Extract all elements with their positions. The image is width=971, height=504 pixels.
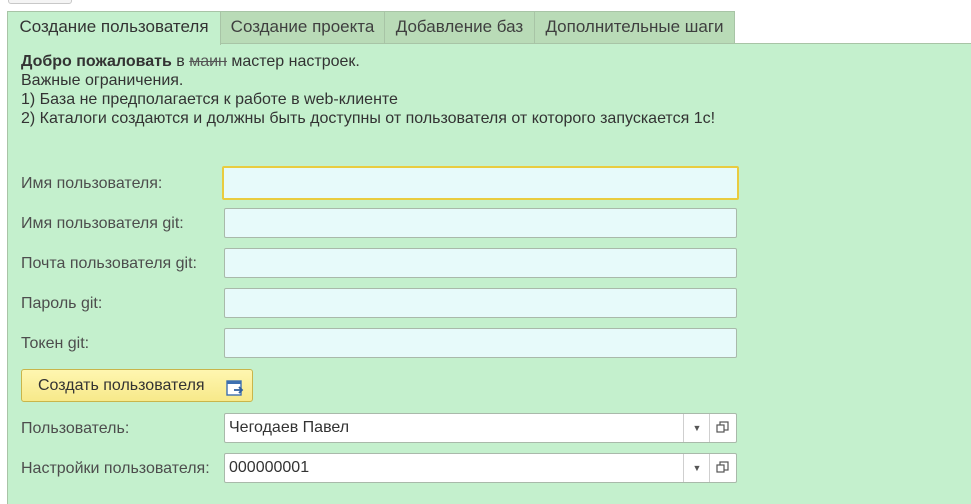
git-username-label: Имя пользователя git: [21,215,184,232]
git-token-field[interactable] [224,328,737,358]
chevron-down-icon[interactable]: ▼ [683,454,710,482]
git-password-field[interactable] [224,288,737,318]
intro-welcome-strike: маин [189,53,227,70]
user-settings-label: Настройки пользователя: [21,460,210,477]
open-in-window-icon[interactable] [709,414,736,442]
top-stub [8,0,72,4]
user-settings-select[interactable]: 000000001 ▼ [224,453,737,483]
intro-welcome-bold: Добро пожаловать [21,53,172,70]
user-settings-select-value: 000000001 [229,459,310,476]
intro-welcome-in: в [171,53,190,70]
intro-line-3: 1) База не предполагается к работе в web… [21,91,398,108]
git-password-label: Пароль git: [21,295,103,312]
git-username-field[interactable] [224,208,737,238]
git-token-label: Токен git: [21,335,90,352]
git-email-field[interactable] [224,248,737,278]
intro-welcome-line: Добро пожаловать в маин мастер настроек. [21,52,715,71]
intro-text: Добро пожаловать в маин мастер настроек.… [21,52,715,128]
tab-create-project[interactable]: Создание проекта [220,11,385,43]
intro-welcome-rest: мастер настроек. [226,53,360,70]
open-form-arrow-icon [226,377,246,408]
user-label: Пользователь: [21,420,130,437]
intro-line-4: 2) Каталоги создаются и должны быть дост… [21,110,716,127]
tab-create-user[interactable]: Создание пользователя [7,11,221,45]
tab-additional-steps[interactable]: Дополнительные шаги [534,11,735,43]
open-in-window-icon[interactable] [709,454,736,482]
user-select[interactable]: Чегодаев Павел ▼ [224,413,737,443]
git-email-label: Почта пользователя git: [21,255,197,272]
create-user-button[interactable]: Создать пользователя [21,369,253,402]
intro-line-2: Важные ограничения. [21,72,184,89]
tab-add-bases[interactable]: Добавление баз [384,11,535,43]
username-label: Имя пользователя: [21,175,163,192]
user-select-value: Чегодаев Павел [229,419,350,436]
chevron-down-icon[interactable]: ▼ [683,414,710,442]
create-user-button-label: Создать пользователя [38,377,205,394]
username-field[interactable] [222,166,739,200]
